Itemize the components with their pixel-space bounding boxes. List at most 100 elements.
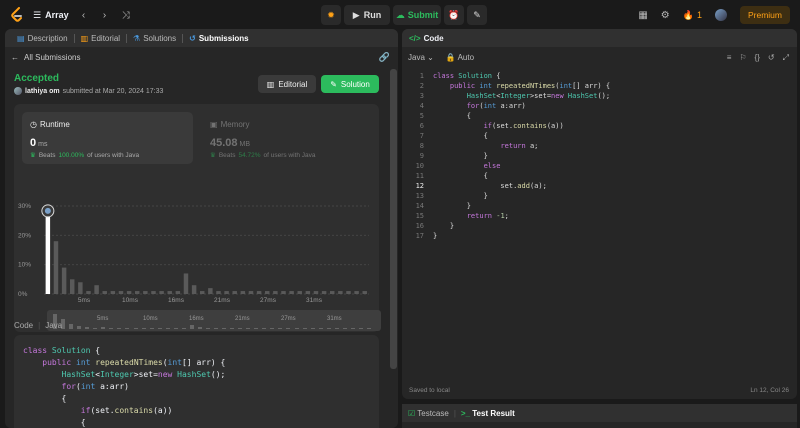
bar-highlighted[interactable] (45, 208, 51, 294)
bar[interactable] (313, 291, 319, 294)
tab-submissions[interactable]: ↺ Submissions (183, 34, 255, 43)
beats-icon: ♛ (30, 152, 36, 159)
bar[interactable] (110, 291, 116, 294)
submission-meta: lathiya om submitted at Mar 20, 2024 17:… (14, 87, 163, 95)
chart-range-scroller[interactable]: 5ms 10ms 16ms 21ms 27ms 31ms (47, 310, 381, 331)
bookmark-icon[interactable]: ⚐ (739, 53, 746, 63)
code-line: } (433, 232, 438, 240)
timer-button[interactable]: ⏰ (444, 5, 464, 25)
bar[interactable] (256, 291, 262, 294)
braces-icon[interactable]: {} (755, 53, 760, 63)
overview-bar (358, 328, 363, 329)
arrow-left-icon: ← (11, 53, 19, 62)
bar[interactable] (265, 291, 270, 294)
bar[interactable] (159, 291, 164, 294)
overview-tick-label: 31ms (327, 316, 342, 322)
bar[interactable] (53, 241, 59, 294)
bar[interactable] (118, 291, 124, 294)
bar[interactable] (183, 273, 189, 294)
bar[interactable] (143, 291, 148, 294)
play-icon: ▶ (352, 9, 360, 20)
bar[interactable] (126, 291, 132, 294)
tab-test-result[interactable]: >_ Test Result (461, 409, 515, 418)
overview-bar (318, 328, 323, 329)
tab-editorial[interactable]: ▥ Editorial (75, 34, 126, 43)
solution-button[interactable]: ✎ Solution (321, 75, 379, 93)
terminal-icon: >_ (460, 408, 471, 418)
username[interactable]: lathiya om (25, 88, 60, 95)
memory-value: 45.08 MB (210, 137, 251, 149)
code-line: HashSet<Integer>set=new HashSet(); (466, 92, 611, 100)
bar[interactable] (248, 291, 254, 294)
runtime-card[interactable]: ◷ Runtime 0 ms ♛ Beats 100.00% of users with … (22, 112, 193, 164)
tab-solutions[interactable]: ⚗ Solutions (127, 34, 182, 43)
bar[interactable] (175, 291, 181, 294)
settings-gear-icon[interactable]: ⚙ (661, 10, 670, 21)
format-icon[interactable]: ≡ (727, 53, 732, 63)
submit-button[interactable]: ☁ Submit (393, 5, 441, 25)
debug-button[interactable]: ✹ (321, 5, 341, 25)
bar[interactable] (70, 279, 75, 294)
left-panel-scrollbar[interactable] (390, 69, 397, 369)
bar[interactable] (191, 285, 197, 294)
bar[interactable] (338, 291, 343, 294)
run-button[interactable]: ▶ Run (344, 5, 390, 25)
share-link-icon[interactable]: 🔗 (379, 52, 390, 63)
bar[interactable] (297, 291, 302, 294)
overview-bar (286, 328, 291, 329)
bar[interactable] (216, 291, 221, 294)
bar[interactable] (354, 291, 359, 294)
code-editor[interactable]: class Solution { public int repeatedNTim… (433, 71, 610, 241)
bar[interactable] (321, 291, 327, 294)
bar[interactable] (94, 285, 99, 294)
bar[interactable] (61, 267, 67, 294)
checkbox-icon: ☑ (408, 408, 416, 418)
bar[interactable] (281, 291, 286, 294)
language-select[interactable]: Java ⌄ (408, 53, 434, 62)
bar[interactable] (86, 291, 91, 294)
leetcode-logo-icon[interactable] (10, 7, 24, 23)
shuffle-icon[interactable]: ⤨ (120, 10, 132, 21)
layout-grid-icon[interactable]: ▦ (638, 10, 647, 21)
bar[interactable] (240, 291, 246, 294)
tab-code[interactable]: </> Code (402, 29, 797, 47)
streak-counter[interactable]: 🔥 1 (683, 10, 702, 21)
code-line: { (23, 418, 86, 427)
memory-chip-icon: ▣ (210, 120, 218, 129)
reset-icon[interactable]: ↺ (768, 53, 775, 63)
bar[interactable] (78, 282, 83, 294)
premium-button[interactable]: Premium (739, 6, 790, 24)
line-number: 2 (419, 82, 424, 90)
bar[interactable] (200, 291, 205, 294)
bar[interactable] (362, 291, 367, 294)
all-submissions-link[interactable]: ← All Submissions (11, 53, 80, 62)
bar[interactable] (135, 291, 140, 294)
bar[interactable] (330, 291, 335, 294)
next-problem-icon[interactable]: › (99, 10, 111, 21)
bar[interactable] (289, 291, 294, 294)
bar[interactable] (102, 291, 107, 294)
line-number: 16 (415, 222, 424, 230)
line-number: 11 (415, 172, 424, 180)
bar[interactable] (305, 291, 311, 294)
auto-mode-toggle[interactable]: 🔒 Auto (446, 53, 474, 62)
expand-icon[interactable]: ⤢ (783, 53, 789, 63)
bar[interactable] (346, 291, 351, 294)
avatar[interactable] (714, 9, 727, 21)
memory-card[interactable]: ▣ Memory 45.08 MB ♛ Beats 54.72% of users wit… (202, 112, 373, 164)
bar[interactable] (151, 291, 156, 294)
line-number: 8 (419, 142, 424, 150)
bar[interactable] (208, 288, 213, 294)
bar[interactable] (232, 291, 237, 294)
prev-problem-icon[interactable]: ‹ (78, 10, 90, 21)
flask-icon: ⚗ (133, 33, 141, 43)
notes-button[interactable]: ✎ (467, 5, 487, 25)
bar[interactable] (273, 291, 278, 294)
bar[interactable] (167, 291, 172, 294)
bar[interactable] (224, 291, 229, 294)
tab-description[interactable]: ▤ Description (11, 34, 74, 43)
tab-testcase[interactable]: ☑ Testcase (408, 409, 449, 418)
problem-list-button[interactable]: ☰ Array (33, 10, 69, 21)
runtime-distribution-chart[interactable]: 30% 20% 10% 0% 5ms 10ms 16ms 21ms 27ms 31ms (14, 194, 379, 304)
editorial-button[interactable]: ▥ Editorial (258, 75, 316, 93)
